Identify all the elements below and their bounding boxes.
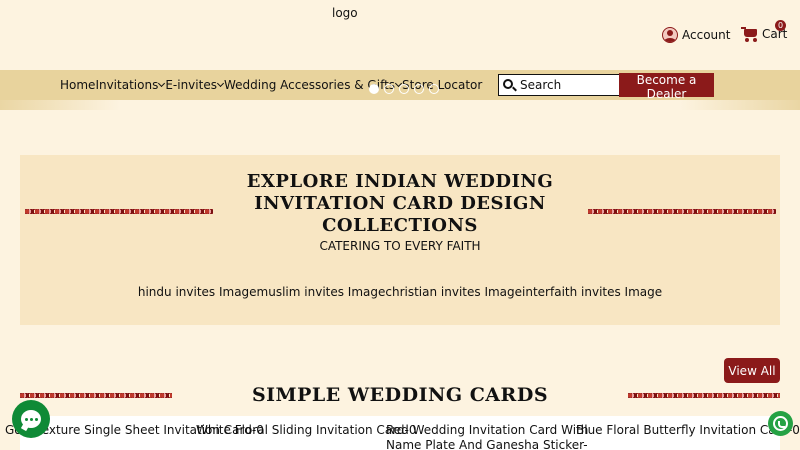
product-card-title[interactable]: Red Wedding Invitation Card With Name Pl… bbox=[386, 423, 596, 450]
faith-links[interactable]: hindu invites Imagemuslim invites Imagec… bbox=[20, 285, 780, 299]
decorative-border-left bbox=[25, 209, 213, 214]
search-icon[interactable] bbox=[503, 79, 513, 89]
logo[interactable]: logo bbox=[332, 6, 358, 20]
account-link[interactable]: Account bbox=[662, 27, 730, 43]
nav-item-home[interactable]: Home bbox=[60, 78, 95, 92]
carousel-dot[interactable] bbox=[384, 84, 394, 94]
navbar-shadow bbox=[0, 100, 800, 110]
chevron-down-icon bbox=[158, 79, 166, 88]
carousel-dot[interactable] bbox=[414, 84, 424, 94]
cart-count-badge: 0 bbox=[775, 20, 786, 31]
whatsapp-icon bbox=[773, 416, 788, 431]
chat-button[interactable] bbox=[12, 400, 50, 438]
chat-icon bbox=[21, 410, 41, 428]
chevron-down-icon bbox=[216, 79, 225, 88]
carousel-dots bbox=[369, 84, 439, 94]
decorative-border-left bbox=[20, 393, 172, 398]
nav-item-label: Invitations bbox=[95, 78, 159, 92]
whatsapp-button[interactable] bbox=[768, 411, 793, 436]
section-title: SIMPLE WEDDING CARDS bbox=[251, 384, 549, 406]
become-dealer-button[interactable]: Become a Dealer bbox=[619, 73, 714, 101]
carousel-dot[interactable] bbox=[429, 84, 439, 94]
decorative-border-right bbox=[588, 209, 776, 214]
search-box bbox=[498, 74, 620, 96]
explore-title: EXPLORE INDIAN WEDDING INVITATION CARD D… bbox=[246, 171, 554, 236]
carousel-dot[interactable] bbox=[369, 84, 379, 94]
search-input[interactable] bbox=[520, 78, 615, 92]
view-all-button[interactable]: View All bbox=[724, 358, 780, 383]
nav-item-label: Home bbox=[60, 78, 96, 92]
product-card-title[interactable]: Blue Floral Butterfly Invitation Card-0 bbox=[576, 423, 800, 438]
nav-item-invitations[interactable]: Invitations bbox=[95, 78, 166, 92]
carousel-dot[interactable] bbox=[399, 84, 409, 94]
account-label: Account bbox=[682, 28, 731, 42]
product-card-title[interactable]: White Floral Sliding Invitation Card-0 bbox=[196, 423, 416, 438]
nav-item-label: E-invites bbox=[165, 78, 217, 92]
nav-item-e-invites[interactable]: E-invites bbox=[165, 78, 225, 92]
explore-subtitle: CATERING TO EVERY FAITH bbox=[319, 239, 481, 253]
decorative-border-right bbox=[628, 393, 780, 398]
cart-icon bbox=[741, 26, 759, 42]
user-icon bbox=[662, 27, 678, 43]
